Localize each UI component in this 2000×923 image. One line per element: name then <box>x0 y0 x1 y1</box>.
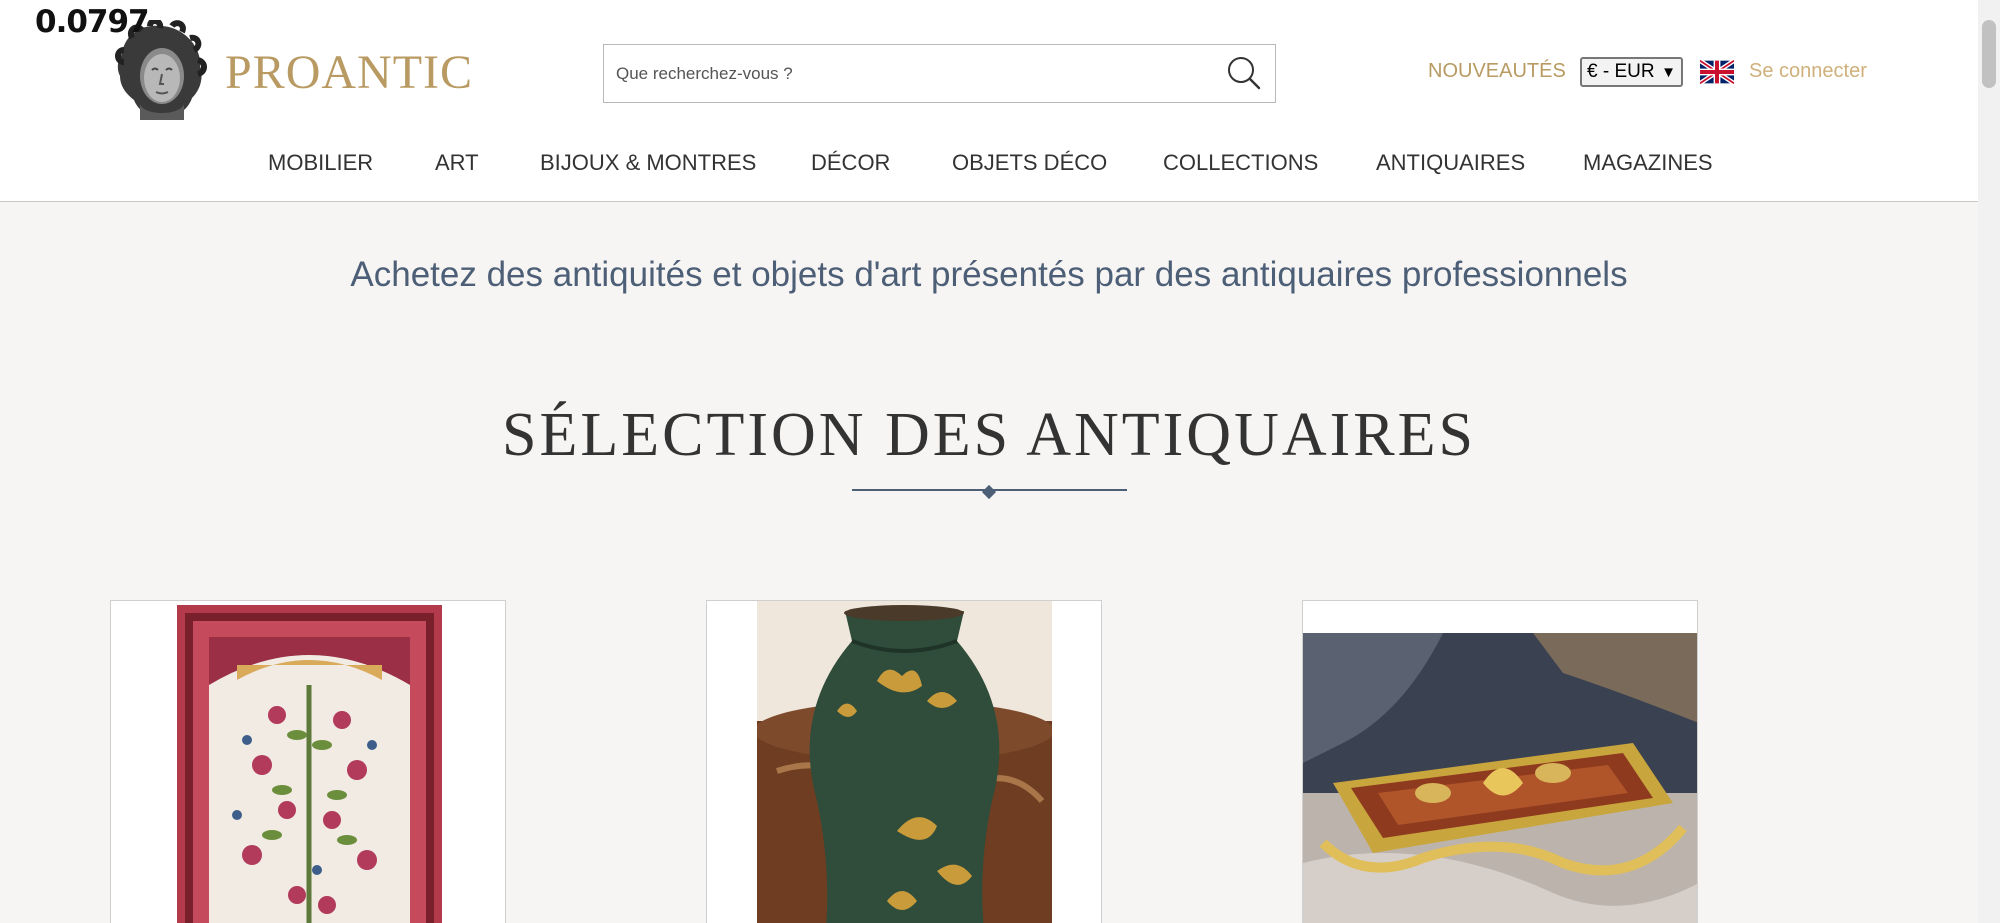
currency-selected: € - EUR <box>1587 61 1655 82</box>
chevron-down-icon: ▼ <box>1661 64 1676 81</box>
persian-rug-image[interactable] <box>177 605 442 923</box>
site-header: 0.0797 PROANTIC NOUVEAUTÉS € - EUR ▼ <box>0 0 1978 202</box>
gilt-inkstand-image[interactable] <box>1303 633 1698 923</box>
nouveautes-link[interactable]: NOUVEAUTÉS <box>1428 60 1566 83</box>
nav-item-decor[interactable]: DÉCOR <box>811 150 890 176</box>
nav-item-collections[interactable]: COLLECTIONS <box>1163 150 1318 176</box>
uk-flag-icon[interactable] <box>1700 60 1734 84</box>
title-divider-ornament <box>981 484 997 500</box>
login-link[interactable]: Se connecter <box>1749 60 1867 83</box>
nav-item-art[interactable]: ART <box>435 150 479 176</box>
section-title: SÉLECTION DES ANTIQUAIRES <box>502 401 1476 469</box>
product-card[interactable] <box>110 600 506 923</box>
product-card[interactable] <box>1302 600 1698 923</box>
nav-item-bijoux-montres[interactable]: BIJOUX & MONTRES <box>540 150 756 176</box>
overlay-value: 0.0797 <box>35 4 150 40</box>
nav-item-mobilier[interactable]: MOBILIER <box>268 150 373 176</box>
search-icon[interactable] <box>1223 53 1265 95</box>
tagline: Achetez des antiquités et objets d'art p… <box>350 255 1628 294</box>
green-vase-image[interactable] <box>757 601 1052 923</box>
product-card[interactable] <box>706 600 1102 923</box>
scrollbar-thumb[interactable] <box>1982 20 1996 88</box>
search-bar <box>603 44 1276 103</box>
currency-select[interactable]: € - EUR ▼ <box>1580 57 1683 87</box>
vertical-scrollbar[interactable] <box>1978 0 2000 923</box>
search-input[interactable] <box>616 45 1206 102</box>
nav-item-antiquaires[interactable]: ANTIQUAIRES <box>1376 150 1525 176</box>
logo-text[interactable]: PROANTIC <box>225 45 473 100</box>
main-nav: MOBILIER ART BIJOUX & MONTRES DÉCOR OBJE… <box>0 150 1978 180</box>
nav-item-objets-deco[interactable]: OBJETS DÉCO <box>952 150 1107 176</box>
nav-item-magazines[interactable]: MAGAZINES <box>1583 150 1713 176</box>
page: 0.0797 PROANTIC NOUVEAUTÉS € - EUR ▼ <box>0 0 1978 923</box>
